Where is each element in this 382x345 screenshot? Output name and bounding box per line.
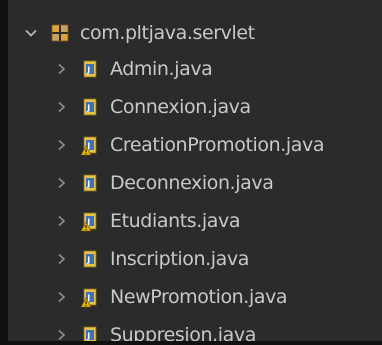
tree-item-package[interactable]: com.pltjava.servlet	[22, 14, 255, 52]
svg-text:J: J	[86, 332, 90, 341]
chevron-right-icon[interactable]	[52, 174, 70, 192]
tree-item-file[interactable]: J CreationPromotion.java	[52, 126, 325, 164]
tree-item-file[interactable]: J Inscription.java	[52, 240, 249, 278]
file-label: Etudiants.java	[110, 210, 241, 232]
file-label: CreationPromotion.java	[110, 134, 325, 156]
java-file-warning-icon: J	[80, 134, 102, 156]
java-file-icon: J	[80, 96, 102, 118]
file-label: Admin.java	[110, 58, 213, 80]
tree-item-file[interactable]: J Admin.java	[52, 50, 213, 88]
file-label: Deconnexion.java	[110, 172, 274, 194]
package-icon	[50, 22, 72, 44]
left-edge	[0, 0, 8, 345]
chevron-right-icon[interactable]	[52, 136, 70, 154]
java-file-warning-icon: J	[80, 286, 102, 308]
chevron-right-icon[interactable]	[52, 288, 70, 306]
svg-text:J: J	[86, 256, 90, 265]
svg-text:J: J	[86, 180, 90, 189]
file-label: Connexion.java	[110, 96, 251, 118]
tree-item-file[interactable]: J Etudiants.java	[52, 202, 241, 240]
chevron-right-icon[interactable]	[52, 60, 70, 78]
package-label: com.pltjava.servlet	[80, 22, 255, 44]
svg-text:J: J	[86, 104, 90, 113]
file-label: NewPromotion.java	[110, 286, 288, 308]
java-file-icon: J	[80, 58, 102, 80]
chevron-right-icon[interactable]	[52, 250, 70, 268]
tree-item-file[interactable]: J Connexion.java	[52, 88, 251, 126]
bottom-edge	[0, 341, 382, 345]
file-label: Inscription.java	[110, 248, 249, 270]
svg-text:J: J	[86, 66, 90, 75]
tree-item-file[interactable]: J NewPromotion.java	[52, 278, 288, 316]
chevron-right-icon[interactable]	[52, 212, 70, 230]
java-file-icon: J	[80, 248, 102, 270]
chevron-down-icon[interactable]	[22, 24, 40, 42]
chevron-right-icon[interactable]	[52, 98, 70, 116]
tree-item-file[interactable]: J Deconnexion.java	[52, 164, 274, 202]
java-file-warning-icon: J	[80, 210, 102, 232]
project-explorer-tree: com.pltjava.servlet J Admin.java J Connexio…	[0, 0, 382, 345]
java-file-icon: J	[80, 172, 102, 194]
